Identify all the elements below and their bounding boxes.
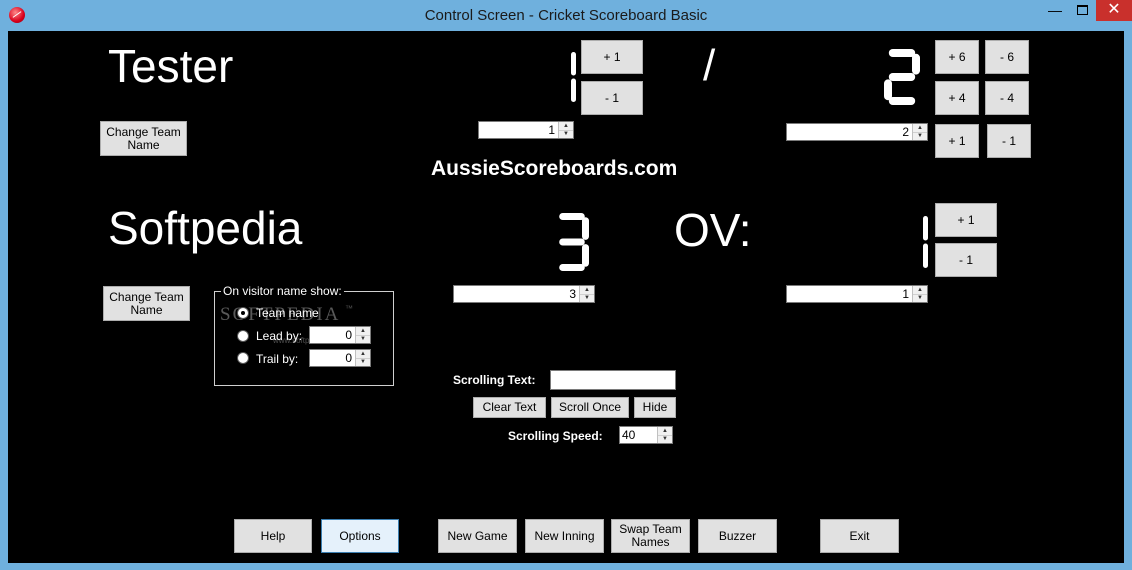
buzzer-button[interactable]: Buzzer	[698, 519, 777, 553]
maximize-icon	[1077, 5, 1088, 15]
team1-runs-stepper[interactable]: 1 ▲ ▼	[478, 121, 574, 139]
right-score-digit	[884, 49, 920, 105]
lead-by-value: 0	[345, 328, 352, 342]
stepper-down-icon[interactable]: ▼	[559, 130, 573, 138]
stepper-down-icon[interactable]: ▼	[580, 294, 594, 302]
minus1-button[interactable]: - 1	[987, 124, 1031, 158]
minus6-button[interactable]: - 6	[985, 40, 1029, 74]
team1-name: Tester	[108, 40, 234, 92]
scrolling-text-input[interactable]	[550, 370, 676, 390]
digit-segment-b	[571, 52, 576, 76]
team2-score-stepper[interactable]: 3 ▲ ▼	[453, 285, 595, 303]
overs-value: 1	[902, 287, 909, 301]
overs-digit	[923, 216, 928, 268]
digit-segment-d	[559, 264, 585, 271]
digit-segment-g	[888, 73, 916, 81]
scrolling-text-label: Scrolling Text:	[453, 373, 536, 387]
stepper-down-icon[interactable]: ▼	[356, 335, 370, 343]
scrolling-speed-value: 40	[622, 428, 636, 442]
digit-segment-b	[923, 216, 928, 241]
trail-by-radio[interactable]	[237, 352, 249, 364]
minimize-button[interactable]: —	[1041, 0, 1069, 21]
team1-runs-value: 1	[548, 123, 555, 137]
stepper-down-icon[interactable]: ▼	[913, 132, 927, 140]
score-separator: /	[703, 41, 716, 90]
team2-change-name-button[interactable]: Change Team Name	[103, 286, 190, 321]
digit-segment-c	[571, 78, 576, 102]
overs-stepper[interactable]: 1 ▲ ▼	[786, 285, 928, 303]
digit-segment-g	[559, 238, 585, 246]
close-button[interactable]: ✕	[1096, 0, 1132, 21]
maximize-button[interactable]	[1069, 0, 1096, 21]
stepper-down-icon[interactable]: ▼	[356, 358, 370, 366]
digit-segment-b	[912, 53, 920, 75]
team1-runs-minus-button[interactable]: - 1	[581, 81, 643, 115]
right-score-value: 2	[902, 125, 909, 139]
watermark-tm: ™	[345, 304, 353, 313]
team1-change-name-button[interactable]: Change Team Name	[100, 121, 187, 156]
hide-button[interactable]: Hide	[634, 397, 676, 418]
scrolling-speed-label: Scrolling Speed:	[508, 429, 603, 443]
overs-plus-button[interactable]: + 1	[935, 203, 997, 237]
trail-by-stepper[interactable]: 0 ▲ ▼	[309, 349, 371, 367]
window-title: Control Screen - Cricket Scoreboard Basi…	[424, 7, 708, 24]
trail-by-label: Trail by:	[256, 352, 299, 366]
visitor-name-options-group: On visitor name show: SOFTPEDIA ™ www.so…	[214, 284, 394, 386]
lead-by-radio[interactable]	[237, 330, 249, 342]
team-name-radio-label: Team name	[256, 306, 319, 320]
team2-name: Softpedia	[108, 202, 303, 254]
team1-runs-plus-button[interactable]: + 1	[581, 40, 643, 74]
plus4-button[interactable]: + 4	[935, 81, 979, 115]
digit-segment-b	[582, 217, 589, 240]
digit-segment-d	[888, 97, 916, 105]
stepper-down-icon[interactable]: ▼	[658, 435, 672, 443]
team-name-radio[interactable]	[237, 307, 249, 319]
digit-segment-a	[559, 213, 585, 220]
swap-team-names-button[interactable]: Swap Team Names	[611, 519, 690, 553]
right-score-stepper[interactable]: 2 ▲ ▼	[786, 123, 928, 141]
minus4-button[interactable]: - 4	[985, 81, 1029, 115]
new-game-button[interactable]: New Game	[438, 519, 517, 553]
clear-text-button[interactable]: Clear Text	[473, 397, 546, 418]
plus1-button[interactable]: + 1	[935, 124, 979, 158]
digit-segment-e	[884, 79, 892, 101]
stepper-down-icon[interactable]: ▼	[913, 294, 927, 302]
scrolling-speed-stepper[interactable]: 40 ▲ ▼	[619, 426, 673, 444]
help-button[interactable]: Help	[234, 519, 312, 553]
site-name: AussieScoreboards.com	[431, 157, 678, 180]
team2-score-digit	[559, 213, 589, 271]
digit-segment-c	[582, 244, 589, 267]
lead-by-stepper[interactable]: 0 ▲ ▼	[309, 326, 371, 344]
lead-by-label: Lead by:	[256, 329, 303, 343]
options-button[interactable]: Options	[321, 519, 399, 553]
exit-button[interactable]: Exit	[820, 519, 899, 553]
digit-segment-a	[888, 49, 916, 57]
trail-by-value: 0	[345, 351, 352, 365]
team2-score-value: 3	[569, 287, 576, 301]
digit-segment-c	[923, 243, 928, 268]
scroll-once-button[interactable]: Scroll Once	[551, 397, 629, 418]
team1-runs-digit	[571, 52, 576, 102]
visitor-options-title: On visitor name show:	[221, 284, 344, 298]
title-bar: Control Screen - Cricket Scoreboard Basi…	[0, 0, 1132, 31]
overs-minus-button[interactable]: - 1	[935, 243, 997, 277]
new-inning-button[interactable]: New Inning	[525, 519, 604, 553]
plus6-button[interactable]: + 6	[935, 40, 979, 74]
overs-label: OV:	[674, 204, 752, 256]
scoreboard-panel: Tester Change Team Name + 1 - 1 1 ▲ ▼ / +…	[8, 31, 1124, 563]
